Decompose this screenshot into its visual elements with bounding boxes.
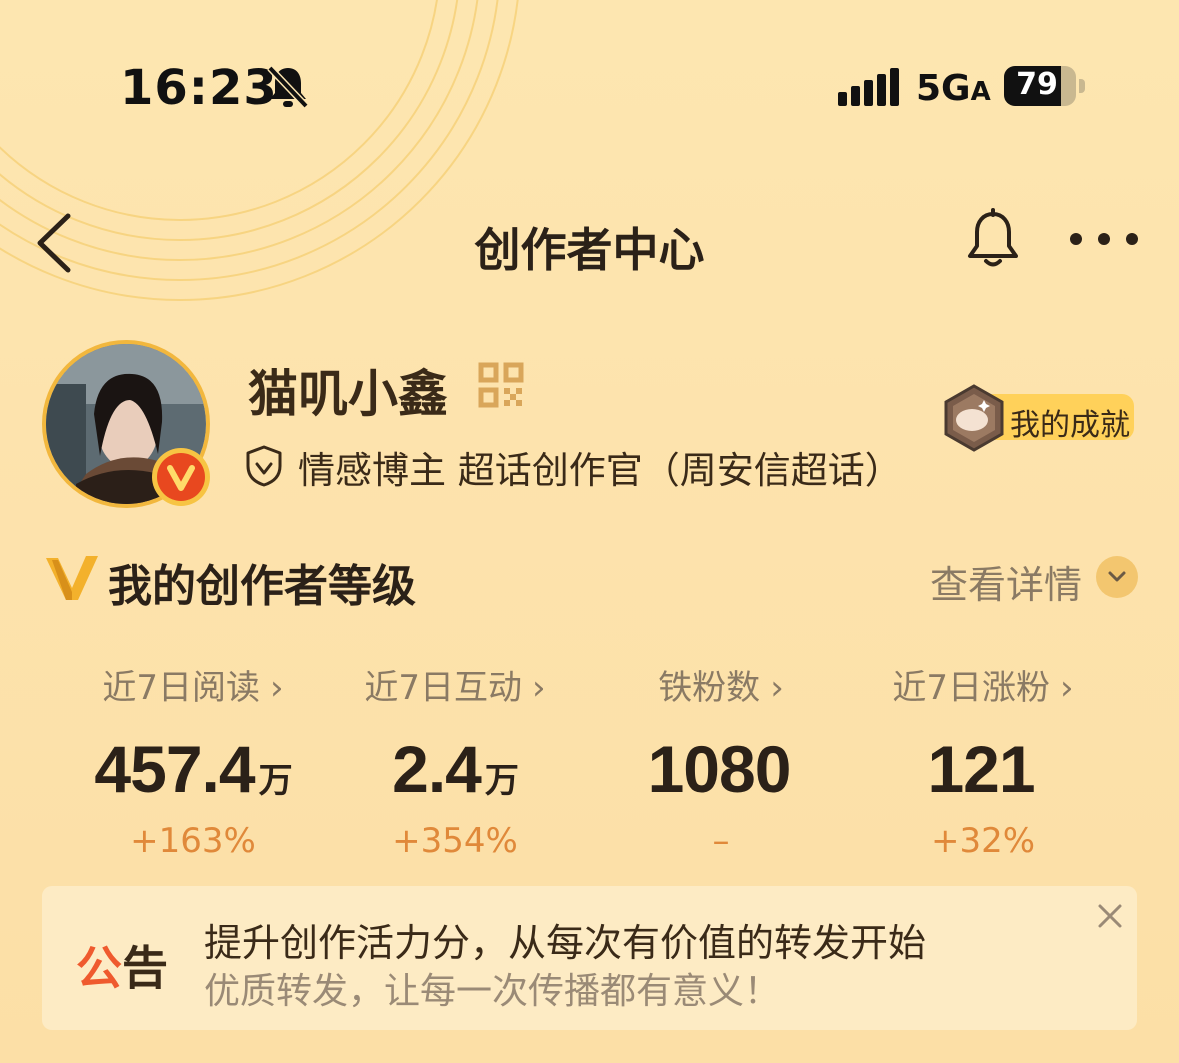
achievement-medal-icon <box>944 384 1004 452</box>
creator-level-v-icon <box>46 556 98 600</box>
stat-label: 近7日涨粉 › <box>892 668 1074 708</box>
stat-change: +354% <box>392 821 518 861</box>
stat-7day-new-fans[interactable]: 近7日涨粉 › 121 +32% <box>852 660 1114 861</box>
stat-change: +32% <box>930 821 1036 861</box>
stat-label: 近7日阅读 › <box>102 668 284 708</box>
verified-v-badge-icon <box>152 448 210 506</box>
bell-off-icon <box>267 65 309 109</box>
view-details-link[interactable]: 查看详情 <box>930 554 1082 609</box>
creator-level-title: 我的创作者等级 <box>108 561 416 612</box>
background-arcs <box>0 0 519 301</box>
stat-change: +163% <box>130 821 256 861</box>
shield-check-icon <box>246 445 282 487</box>
signal-icon <box>838 68 899 106</box>
battery-indicator: 79 <box>1004 66 1085 106</box>
stat-change: – <box>712 821 730 861</box>
view-details-chevron-button[interactable] <box>1096 556 1138 598</box>
announcement-title: 提升创作活力分，从每次有价值的转发开始 <box>204 921 927 965</box>
achievement-label: 我的成就 <box>1010 408 1130 443</box>
qr-code-icon[interactable] <box>478 362 524 408</box>
notification-bell-icon[interactable] <box>964 208 1022 270</box>
stat-7day-reads[interactable]: 近7日阅读 › 457.4 万 +163% <box>62 660 324 861</box>
chevron-right-icon: › <box>770 668 784 708</box>
network-type: 5GA <box>916 68 991 109</box>
chevron-right-icon: › <box>532 668 546 708</box>
chevron-down-icon <box>1108 571 1126 582</box>
announcement-tag: 公告 <box>76 941 168 995</box>
profile-tagline: 情感博主 超话创作官（周安信超话） <box>298 449 902 492</box>
close-icon[interactable] <box>1084 890 1136 942</box>
status-time: 16:23 <box>120 60 278 116</box>
stat-value: 457.4 万 <box>94 732 292 806</box>
stat-label: 近7日互动 › <box>364 668 546 708</box>
more-options-icon[interactable] <box>1068 228 1140 250</box>
chevron-right-icon: › <box>1060 668 1074 708</box>
stat-value: 1080 <box>647 732 792 806</box>
username: 猫叽小鑫 <box>248 365 448 423</box>
stat-7day-interactions[interactable]: 近7日互动 › 2.4 万 +354% <box>324 660 586 861</box>
stat-iron-fans[interactable]: 铁粉数 › 1080 – <box>590 660 852 861</box>
chevron-right-icon: › <box>270 668 284 708</box>
stat-label: 铁粉数 › <box>658 668 784 708</box>
stat-value: 2.4 万 <box>392 732 519 806</box>
announcement-subtitle: 优质转发，让每一次传播都有意义！ <box>204 971 781 1012</box>
stat-value: 121 <box>927 732 1035 806</box>
